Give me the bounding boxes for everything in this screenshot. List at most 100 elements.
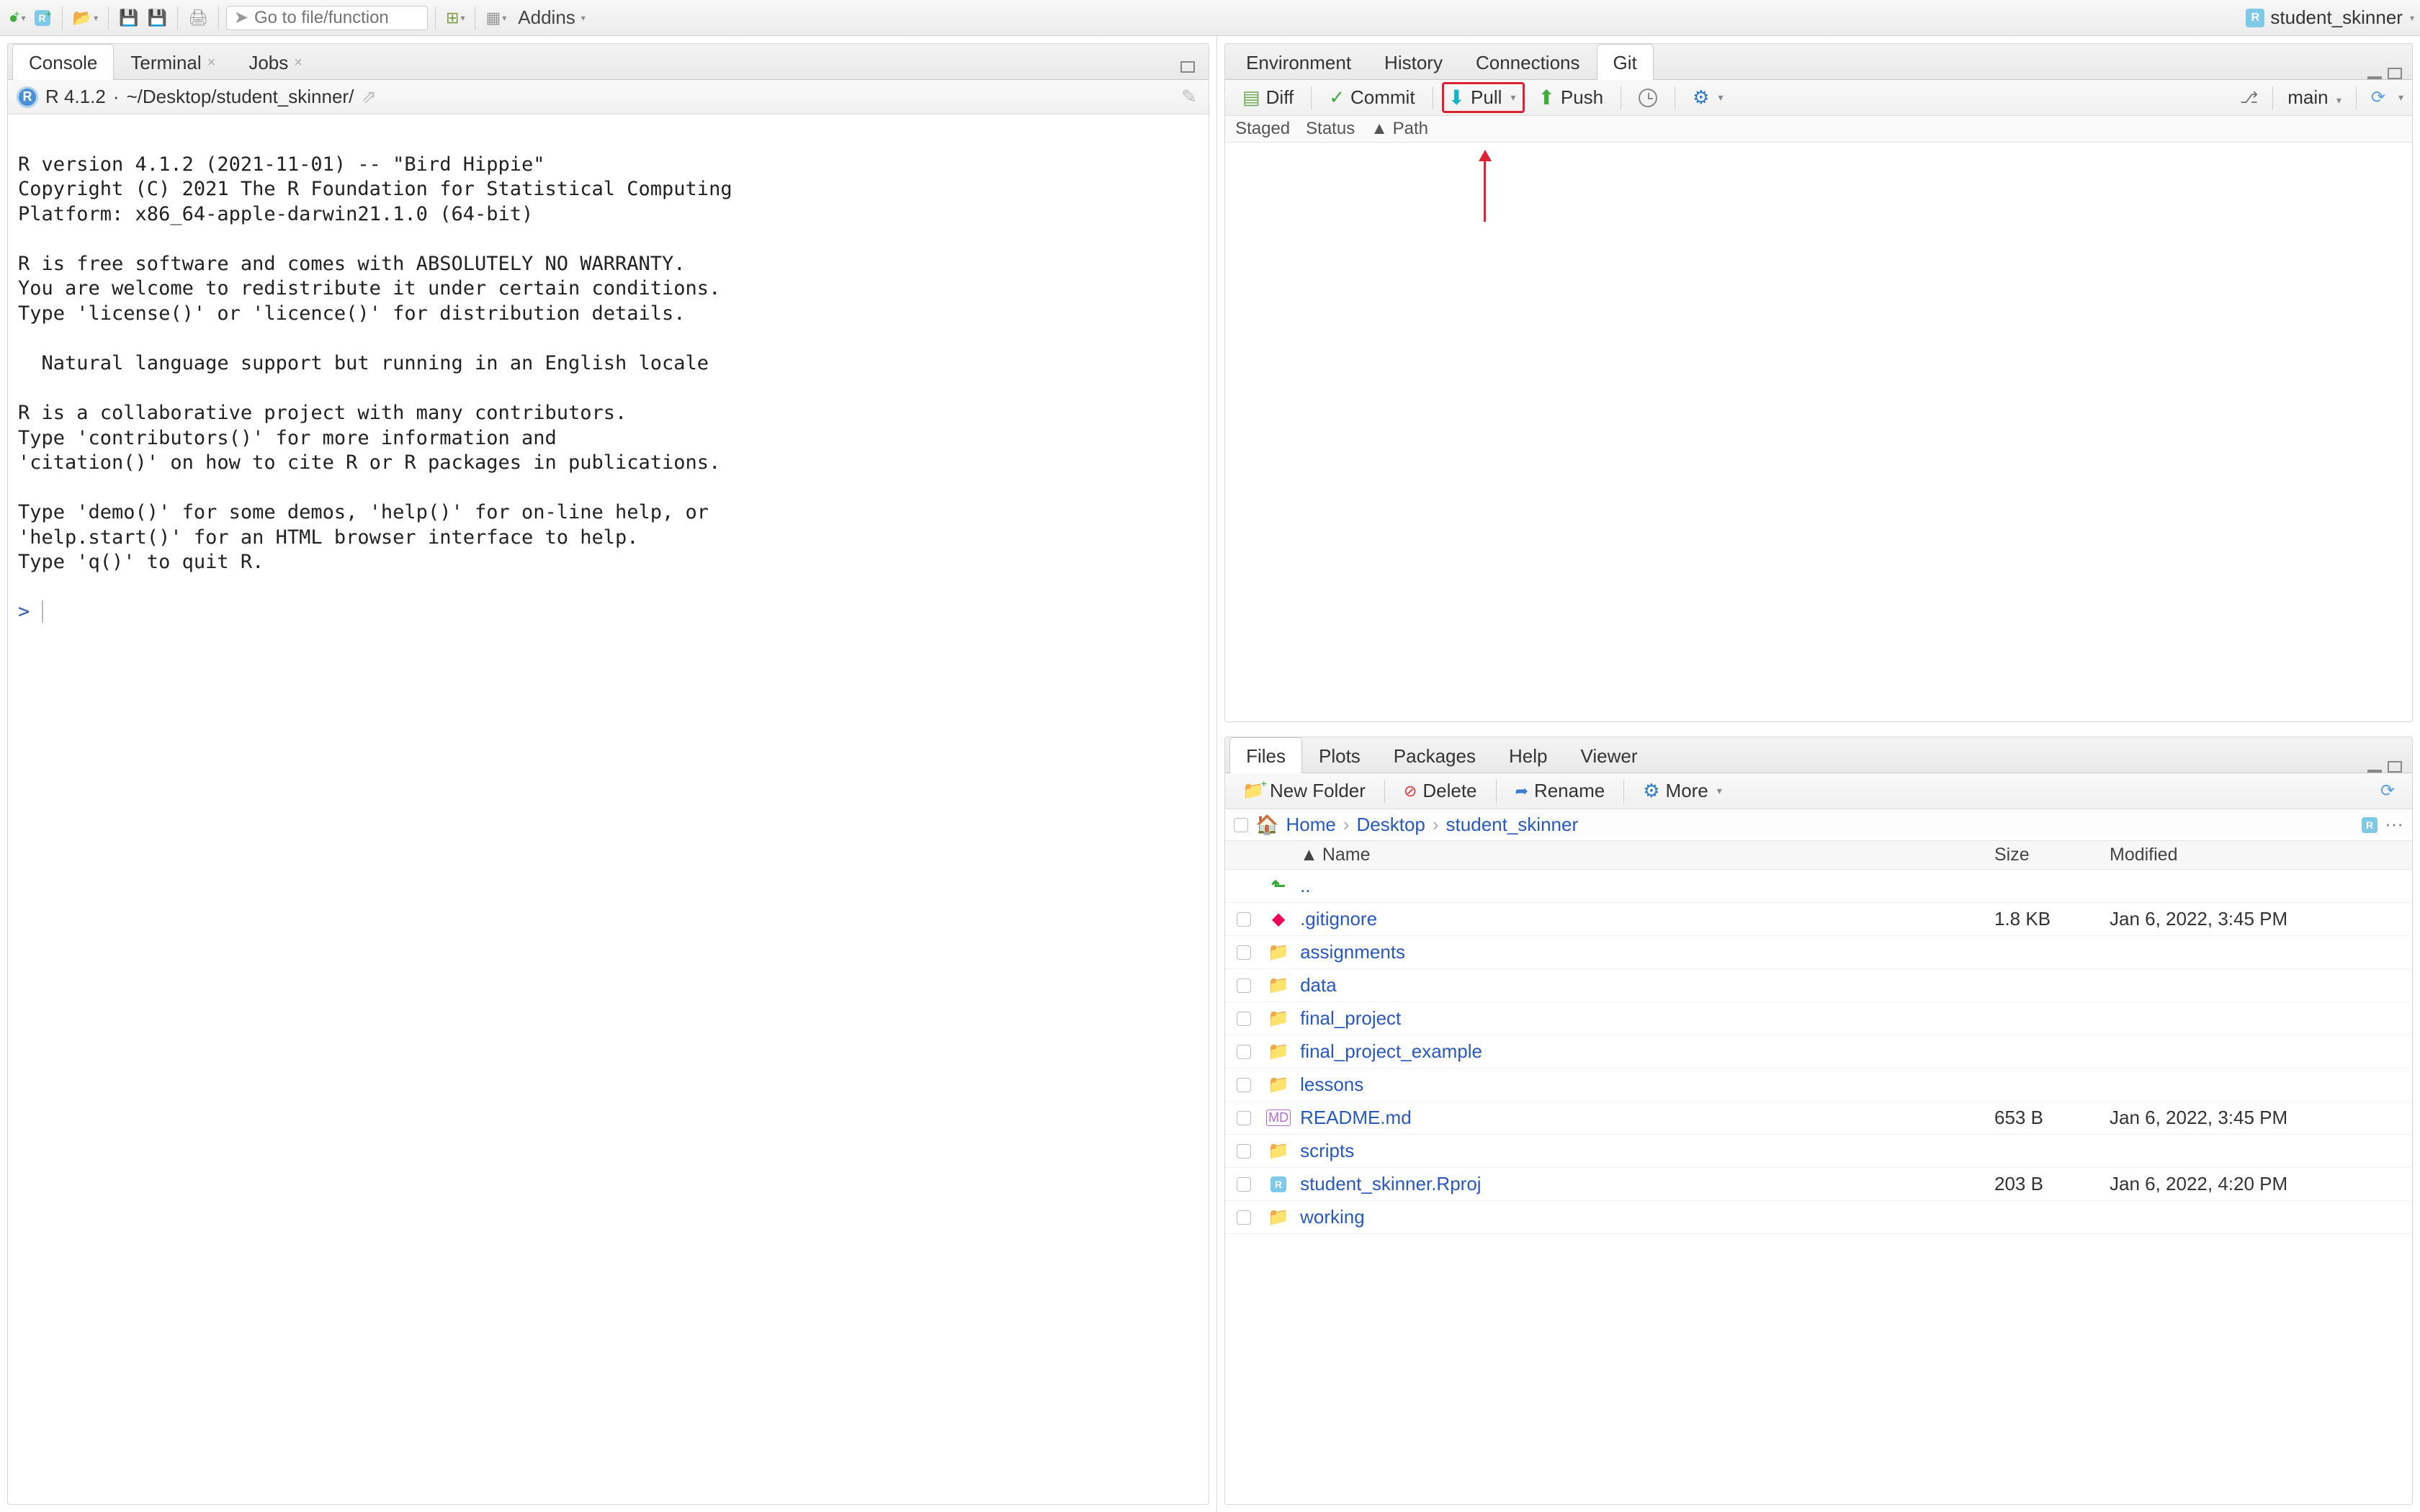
tab-console[interactable]: Console	[12, 44, 114, 80]
file-name-link[interactable]: data	[1300, 974, 1337, 996]
row-checkbox[interactable]	[1237, 1111, 1251, 1125]
file-name-link[interactable]: scripts	[1300, 1140, 1354, 1161]
file-row[interactable]: Rstudent_skinner.Rproj203 BJan 6, 2022, …	[1225, 1168, 2412, 1201]
file-row[interactable]: ◆.gitignore1.8 KBJan 6, 2022, 3:45 PM	[1225, 903, 2412, 936]
clear-console-button[interactable]: ✎	[1178, 85, 1200, 109]
goto-input[interactable]	[254, 8, 420, 28]
close-icon[interactable]: ×	[207, 55, 216, 71]
refresh-files-button[interactable]: ⟳	[2372, 778, 2403, 804]
tab-files[interactable]: Files	[1229, 737, 1302, 773]
col-path[interactable]: ▲ Path	[1371, 119, 1428, 139]
tab-environment[interactable]: Environment	[1229, 44, 1368, 80]
git-more-button[interactable]: ⚙ ▾	[1684, 84, 1731, 112]
tools-button[interactable]: ⊞ ▾	[443, 6, 467, 30]
chevron-down-icon: ▾	[1717, 785, 1722, 797]
file-row[interactable]: 📁data	[1225, 969, 2412, 1002]
home-icon[interactable]: 🏠	[1255, 814, 1278, 836]
file-name-link[interactable]: final_project_example	[1300, 1040, 1482, 1062]
refresh-button[interactable]: ⟳	[2371, 87, 2385, 108]
tab-viewer[interactable]: Viewer	[1564, 737, 1654, 773]
file-name-link[interactable]: lessons	[1300, 1074, 1363, 1095]
breadcrumb-home[interactable]: Home	[1286, 814, 1335, 836]
updir-link[interactable]: ..	[1300, 875, 1310, 896]
new-file-button[interactable]: ● + ▾	[6, 6, 29, 30]
file-name-link[interactable]: README.md	[1300, 1107, 1412, 1128]
row-checkbox[interactable]	[1237, 1144, 1251, 1158]
tab-history[interactable]: History	[1368, 44, 1459, 80]
pane-minimize-button[interactable]	[2367, 761, 2382, 773]
commit-button[interactable]: ✓ Commit	[1320, 84, 1423, 112]
delete-button[interactable]: ⊘ Delete	[1395, 777, 1486, 805]
working-dir[interactable]: ~/Desktop/student_skinner/	[127, 86, 354, 108]
row-checkbox[interactable]	[1237, 978, 1251, 993]
more-button[interactable]: ⚙ More ▾	[1634, 777, 1731, 805]
row-checkbox[interactable]	[1237, 945, 1251, 960]
addins-menu[interactable]: Addins ▾	[512, 6, 591, 29]
col-size[interactable]: Size	[1994, 845, 2110, 865]
project-menu[interactable]: R student_skinner ▾	[2246, 6, 2414, 29]
file-row[interactable]: 📁working	[1225, 1201, 2412, 1234]
file-name-link[interactable]: final_project	[1300, 1007, 1401, 1029]
grid-button[interactable]: ▦ ▾	[483, 6, 509, 30]
new-project-button[interactable]: R +	[32, 6, 55, 30]
select-all-checkbox[interactable]	[1234, 818, 1248, 832]
wd-popout-icon[interactable]: ⇗	[361, 86, 377, 108]
breadcrumb-project[interactable]: student_skinner	[1446, 814, 1579, 836]
file-row[interactable]: 📁final_project_example	[1225, 1035, 2412, 1068]
tab-jobs[interactable]: Jobs ×	[232, 44, 319, 80]
tab-terminal[interactable]: Terminal ×	[114, 44, 232, 80]
chevron-down-icon[interactable]: ▾	[2398, 91, 2403, 104]
new-folder-button[interactable]: 📁+ New Folder	[1234, 777, 1374, 805]
chevron-down-icon: ▾	[2336, 94, 2341, 106]
breadcrumb-desktop[interactable]: Desktop	[1356, 814, 1425, 836]
goto-search[interactable]: ➤	[226, 6, 428, 30]
chevron-down-icon[interactable]: ▾	[1510, 91, 1515, 104]
rename-label: Rename	[1534, 780, 1605, 802]
pane-maximize-button[interactable]	[2388, 68, 2402, 79]
save-button[interactable]: 💾	[116, 6, 141, 30]
pane-minimize-button[interactable]	[2367, 68, 2382, 79]
file-row[interactable]: 📁assignments	[1225, 936, 2412, 969]
row-checkbox[interactable]	[1237, 1078, 1251, 1092]
close-icon[interactable]: ×	[294, 55, 302, 71]
open-file-button[interactable]: 📂 ▾	[70, 6, 101, 30]
console-output[interactable]: R version 4.1.2 (2021-11-01) -- "Bird Hi…	[8, 114, 1209, 1504]
save-all-button[interactable]: 💾	[145, 6, 170, 30]
pane-maximize-button[interactable]	[2388, 761, 2402, 773]
tab-help[interactable]: Help	[1492, 737, 1564, 773]
file-name-link[interactable]: .gitignore	[1300, 908, 1377, 930]
row-checkbox[interactable]	[1237, 1012, 1251, 1026]
row-checkbox[interactable]	[1237, 1210, 1251, 1225]
push-button[interactable]: ⬆ Push	[1529, 83, 1612, 112]
print-button[interactable]: 🖨	[185, 6, 211, 30]
path-more-button[interactable]: ⋯	[2385, 814, 2403, 836]
tab-git[interactable]: Git	[1597, 44, 1654, 80]
row-checkbox[interactable]	[1237, 1045, 1251, 1059]
tab-connections[interactable]: Connections	[1459, 44, 1597, 80]
file-name-link[interactable]: working	[1300, 1206, 1365, 1228]
col-modified[interactable]: Modified	[2110, 845, 2412, 865]
file-row[interactable]: MDREADME.md653 BJan 6, 2022, 3:45 PM	[1225, 1102, 2412, 1135]
pull-button[interactable]: ⬇ Pull ▾	[1442, 82, 1525, 113]
branch-selector[interactable]: main ▾	[2287, 86, 2341, 109]
file-name-link[interactable]: student_skinner.Rproj	[1300, 1173, 1481, 1194]
row-checkbox[interactable]	[1237, 1177, 1251, 1192]
col-name[interactable]: ▲ Name	[1294, 845, 1994, 865]
tab-packages[interactable]: Packages	[1377, 737, 1492, 773]
rename-button[interactable]: ➦ Rename	[1507, 777, 1614, 805]
file-row[interactable]: 📁final_project	[1225, 1002, 2412, 1035]
history-button[interactable]	[1630, 86, 1666, 110]
git-changes-list[interactable]	[1225, 143, 2412, 721]
diff-button[interactable]: ▤ Diff	[1234, 84, 1302, 112]
col-status[interactable]: Status	[1306, 119, 1355, 139]
branch-icon[interactable]: ⎇	[2240, 89, 2258, 107]
row-checkbox[interactable]	[1237, 912, 1251, 927]
file-row[interactable]: 📁scripts	[1225, 1135, 2412, 1168]
pane-maximize-button[interactable]	[1177, 55, 1198, 79]
parent-dir-row[interactable]: ⬑ ..	[1225, 870, 2412, 903]
tab-plots[interactable]: Plots	[1302, 737, 1377, 773]
col-staged[interactable]: Staged	[1235, 119, 1290, 139]
file-name-link[interactable]: assignments	[1300, 941, 1405, 963]
file-row[interactable]: 📁lessons	[1225, 1068, 2412, 1102]
rproj-icon[interactable]: R	[2362, 817, 2378, 833]
